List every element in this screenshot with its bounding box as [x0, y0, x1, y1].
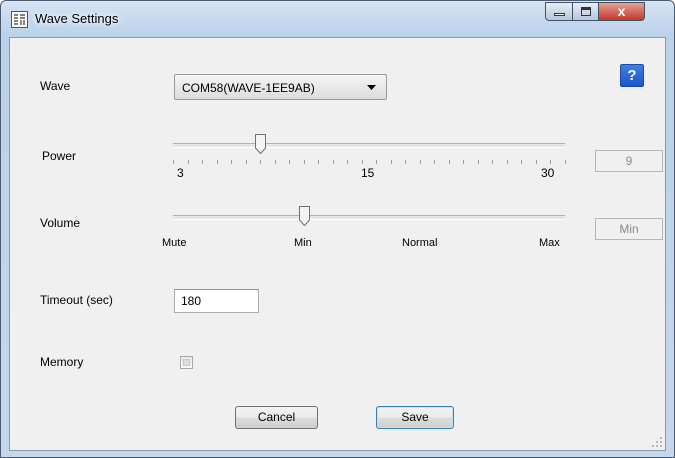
app-icon — [11, 11, 28, 28]
close-button[interactable]: x — [598, 2, 645, 21]
volume-slider[interactable] — [165, 202, 575, 232]
power-slider-thumb[interactable] — [255, 134, 267, 154]
volume-value-display: Min — [595, 218, 663, 240]
wave-select[interactable]: COM58(WAVE-1EE9AB) — [174, 74, 387, 100]
volume-tick-normal: Normal — [402, 237, 438, 249]
power-slider-tick — [434, 160, 436, 164]
volume-label: Volume — [40, 216, 81, 230]
power-slider-tick — [477, 160, 479, 164]
power-slider-tick — [332, 160, 334, 164]
power-mid-label: 15 — [361, 166, 375, 180]
power-slider-tick — [419, 160, 421, 164]
power-slider-tick — [303, 160, 305, 164]
close-icon: x — [617, 3, 626, 19]
volume-tick-min: Min — [294, 237, 312, 249]
power-slider-tick — [231, 160, 233, 164]
power-min-label: 3 — [177, 166, 184, 180]
window-title: Wave Settings — [35, 11, 119, 26]
power-slider-tick — [463, 160, 465, 164]
power-slider-track — [173, 143, 565, 148]
volume-tick-mute: Mute — [162, 237, 187, 249]
power-slider-tick — [173, 160, 174, 164]
volume-slider-thumb[interactable] — [298, 206, 310, 226]
wave-label: Wave — [40, 79, 71, 93]
resize-grip-icon[interactable] — [651, 436, 663, 448]
cancel-button[interactable]: Cancel — [235, 406, 318, 429]
chevron-down-icon — [367, 85, 376, 90]
power-slider-tick — [376, 160, 378, 164]
power-slider-tick — [347, 160, 349, 164]
power-slider-tick — [260, 160, 262, 164]
power-slider-tick — [405, 160, 407, 164]
wave-settings-window: Wave Settings x ? Wave COM58(WAVE-1EE9AB… — [0, 0, 675, 458]
minimize-icon — [554, 13, 565, 16]
help-button[interactable]: ? — [620, 64, 644, 87]
power-slider-tick — [492, 160, 494, 164]
power-slider-tick — [361, 160, 363, 164]
power-slider-tick — [535, 160, 537, 164]
power-slider-tick — [448, 160, 450, 164]
power-value-display: 9 — [595, 150, 663, 172]
power-slider-tick — [390, 160, 392, 164]
power-slider-tick — [550, 160, 552, 164]
power-slider-tick — [187, 160, 189, 164]
power-slider-tick — [289, 160, 291, 164]
memory-checkbox[interactable] — [180, 356, 193, 369]
timeout-input[interactable] — [174, 289, 259, 313]
wave-select-value: COM58(WAVE-1EE9AB) — [182, 81, 315, 95]
memory-label: Memory — [40, 355, 84, 369]
timeout-label: Timeout (sec) — [40, 293, 113, 307]
power-slider-tick — [521, 160, 523, 164]
volume-tick-max: Max — [539, 237, 560, 249]
power-slider-tick — [202, 160, 204, 164]
minimize-button[interactable] — [545, 2, 573, 21]
dialog-body: ? Wave COM58(WAVE-1EE9AB) Power 3 15 30 … — [9, 37, 666, 451]
power-slider-tick — [318, 160, 320, 164]
save-button[interactable]: Save — [376, 406, 454, 429]
power-slider-tick — [274, 160, 276, 164]
maximize-icon — [581, 7, 591, 16]
maximize-button[interactable] — [572, 2, 599, 21]
power-max-label: 30 — [541, 166, 555, 180]
power-slider-tick — [216, 160, 218, 164]
power-slider-tick — [506, 160, 508, 164]
power-slider-tick — [565, 160, 566, 164]
help-icon: ? — [627, 67, 637, 84]
power-slider-tick — [245, 160, 247, 164]
volume-slider-track — [173, 215, 565, 220]
power-label: Power — [42, 149, 77, 163]
